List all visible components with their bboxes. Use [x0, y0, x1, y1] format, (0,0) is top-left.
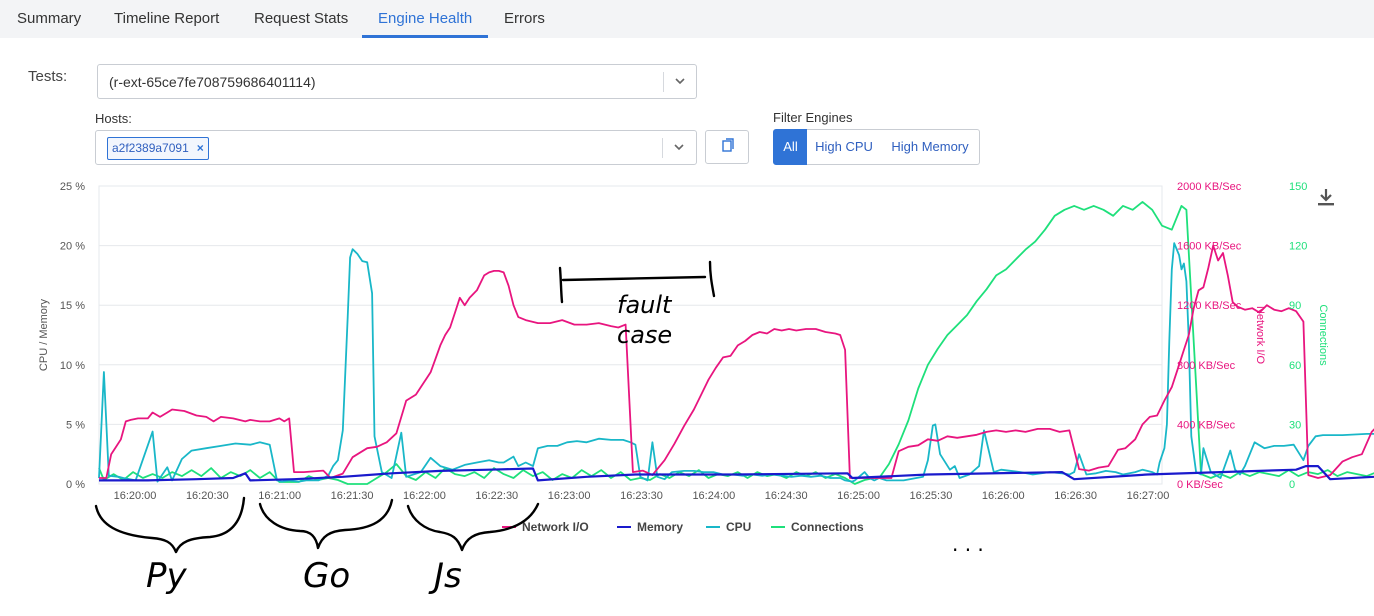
x-tick-label: 16:27:00 — [1127, 490, 1170, 502]
x-tick-label: 16:22:30 — [475, 490, 518, 502]
legend-item-label[interactable]: CPU — [726, 520, 751, 534]
x-tick-label: 16:22:00 — [403, 490, 446, 502]
x-tick-label: 16:24:00 — [692, 490, 735, 502]
y-left-tick-label: 15 % — [60, 300, 85, 312]
y-right1-tick-label: 400 KB/Sec — [1177, 419, 1236, 431]
x-tick-label: 16:25:30 — [910, 490, 953, 502]
legend-item-label[interactable]: Connections — [791, 520, 864, 534]
y-right2-tick-label: 30 — [1289, 419, 1301, 431]
y-right1-tick-label: 1600 KB/Sec — [1177, 241, 1242, 253]
x-tick-label: 16:26:30 — [1054, 490, 1097, 502]
y-left-tick-label: 0 % — [66, 479, 85, 491]
fault-bracket-right — [708, 260, 716, 298]
y-left-ticks: 0 % 5 % 10 % 15 % 20 % 25 % — [60, 181, 85, 491]
fault-bracket-left — [558, 266, 564, 304]
y-left-tick-label: 5 % — [66, 419, 85, 431]
y-left-tick-label: 25 % — [60, 181, 85, 193]
x-tick-label: 16:21:30 — [331, 490, 374, 502]
y-right2-tick-label: 90 — [1289, 300, 1301, 312]
y-left-tick-label: 10 % — [60, 360, 85, 372]
legend-item-label[interactable]: Network I/O — [522, 520, 589, 534]
fault-bracket-bar — [561, 275, 707, 282]
annotation-go: Go — [303, 556, 350, 596]
x-tick-label: 16:26:00 — [982, 490, 1025, 502]
y-left-axis-label: CPU / Memory — [38, 298, 50, 371]
y-right2-tick-label: 60 — [1289, 360, 1301, 372]
x-tick-label: 16:23:00 — [548, 490, 591, 502]
y-right1-tick-label: 1200 KB/Sec — [1177, 300, 1242, 312]
x-tick-label: 16:23:30 — [620, 490, 663, 502]
annotation-case: case — [617, 321, 672, 349]
x-tick-label: 16:20:30 — [186, 490, 229, 502]
y-right1-tick-label: 0 KB/Sec — [1177, 479, 1223, 491]
y-right1-tick-label: 800 KB/Sec — [1177, 360, 1236, 372]
annotation-py: Py — [146, 556, 188, 596]
y-right2-tick-label: 0 — [1289, 479, 1295, 491]
y-right1-tick-label: 2000 KB/Sec — [1177, 181, 1242, 193]
x-tick-label: 16:20:00 — [114, 490, 157, 502]
y-right1-axis-label: Network I/O — [1254, 306, 1266, 365]
x-tick-label: 16:25:00 — [837, 490, 880, 502]
js-brace — [406, 502, 540, 552]
annotation-ellipsis: . . . — [952, 532, 984, 556]
x-ticks: 16:20:00 16:20:30 16:21:00 16:21:30 16:22:00… — [114, 490, 1170, 502]
y-right2-axis-label: Connections — [1317, 304, 1329, 366]
y-right2-tick-label: 150 — [1289, 181, 1307, 193]
annotation-fault: fault — [617, 291, 673, 319]
x-tick-label: 16:21:00 — [258, 490, 301, 502]
chart-legend: Network I/O Memory CPU Connections — [502, 520, 864, 534]
py-brace — [94, 496, 246, 554]
y-right2-tick-label: 120 — [1289, 241, 1307, 253]
engine-health-chart: 0 % 5 % 10 % 15 % 20 % 25 % 0 KB/Sec 400 KB/Se… — [38, 181, 1374, 596]
annotation-js: Js — [428, 556, 462, 596]
go-brace — [258, 498, 394, 550]
legend-item-label[interactable]: Memory — [637, 520, 683, 534]
x-tick-label: 16:24:30 — [765, 490, 808, 502]
y-left-tick-label: 20 % — [60, 241, 85, 253]
